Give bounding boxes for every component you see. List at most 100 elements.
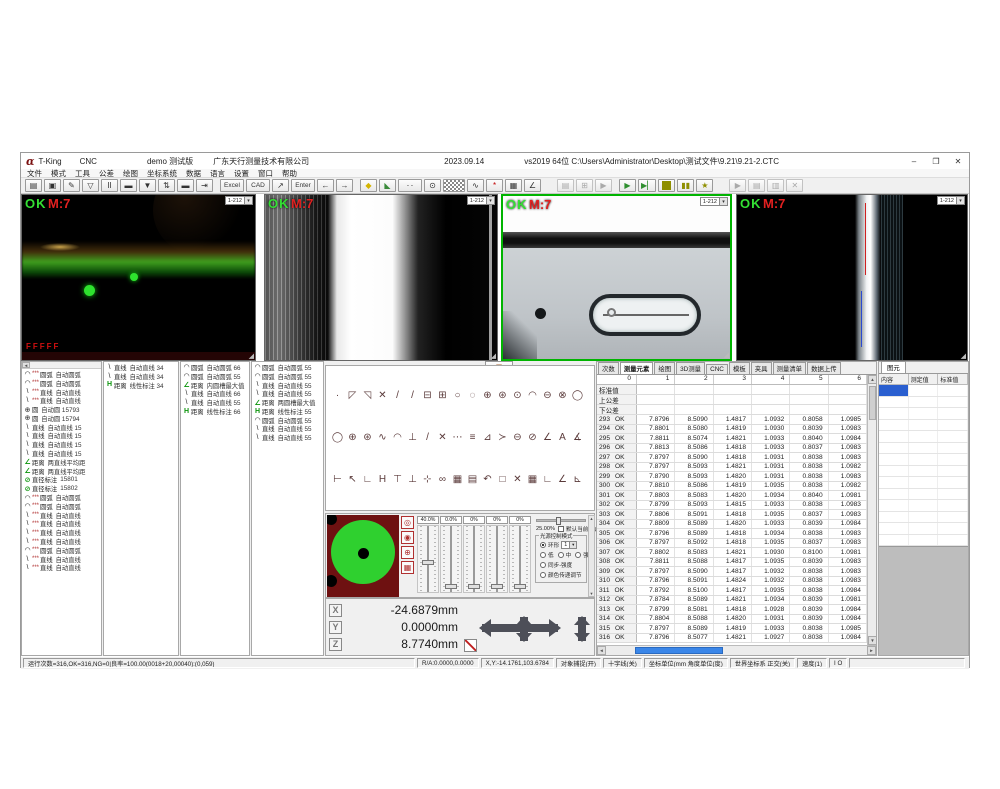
joystick-pad[interactable]	[327, 515, 399, 597]
tool-icon[interactable]: ✕	[510, 474, 525, 485]
sync-intensity-radio[interactable]	[540, 562, 546, 568]
element-row[interactable]	[879, 408, 968, 420]
tool-icon[interactable]: /	[405, 390, 420, 401]
element-row[interactable]	[879, 523, 968, 535]
results-row[interactable]: 306OK7.87978.50921.48181.09350.80371.098…	[597, 539, 867, 549]
report-button[interactable]: ↗	[272, 179, 289, 192]
results-row[interactable]: 314OK7.88048.50881.48201.09310.80391.098…	[597, 615, 867, 625]
grid-button[interactable]: ▦	[505, 179, 522, 192]
feature-row[interactable]: ◠圆弧自动圆弧 55	[253, 372, 323, 381]
results-row[interactable]: 304OK7.88098.50891.48201.09330.80391.098…	[597, 520, 867, 530]
feature-row[interactable]: \***直线自动直线	[23, 511, 101, 520]
tool-icon[interactable]: ◸	[345, 390, 360, 401]
results-row[interactable]: 298OK7.87978.50931.48211.09310.80381.098…	[597, 463, 867, 473]
maximize-button[interactable]: ❐	[925, 153, 947, 169]
feature-row[interactable]: H距离线性标注 34	[105, 381, 178, 390]
tool-icon[interactable]: ○	[450, 390, 465, 401]
tool-icon[interactable]: ∡	[570, 432, 585, 443]
feature-row[interactable]: \直线自动直线 15	[23, 440, 101, 449]
color-transfer-radio[interactable]	[540, 572, 546, 578]
enter-button[interactable]: Enter	[291, 179, 315, 192]
master-light-slider[interactable]	[536, 519, 586, 522]
results-row[interactable]: 303OK7.88068.50911.48181.09350.80371.098…	[597, 510, 867, 520]
results-tab-测量元素[interactable]: 测量元素	[620, 362, 654, 374]
light-slider-thumb[interactable]	[491, 584, 503, 589]
camera-3-selector[interactable]: 1-212 ▾	[700, 197, 728, 206]
light-slider-track[interactable]	[509, 525, 531, 593]
tool-icon[interactable]: ⊞	[435, 390, 450, 401]
pattern-button[interactable]	[443, 179, 465, 192]
tool-icon[interactable]: ✕	[375, 390, 390, 401]
results-row[interactable]: 294OK7.88018.50801.48191.09300.80391.098…	[597, 425, 867, 435]
chart-button[interactable]: ∠	[524, 179, 541, 192]
tool-icon[interactable]: ⊾	[570, 474, 585, 485]
feature-row[interactable]: \***直线自动直线	[23, 520, 101, 529]
results-special-row[interactable]: 标准值	[597, 385, 867, 395]
tool-icon[interactable]: H	[375, 474, 390, 485]
results-tab-测量清单[interactable]: 测量清单	[773, 362, 807, 374]
run-to-end-button[interactable]: ▶▏	[638, 179, 656, 192]
tool-icon[interactable]: ⊖	[510, 432, 525, 443]
element-row[interactable]	[879, 477, 968, 489]
menu-item-9[interactable]: 设置	[234, 168, 249, 179]
feature-row[interactable]: ⊕圆自动圆 15793	[23, 405, 101, 414]
pan-button[interactable]: ⇥	[196, 179, 213, 192]
results-row[interactable]: 311OK7.87928.51001.48171.09350.80381.098…	[597, 586, 867, 596]
resize-grip-icon[interactable]: ◢	[249, 352, 254, 360]
tool-icon[interactable]: ↖	[345, 474, 360, 485]
feature-row[interactable]: \***直线自动直线	[23, 537, 101, 546]
ring-light-button-2[interactable]: ◉	[401, 531, 414, 544]
element-panel-tab[interactable]: 图元	[881, 361, 906, 373]
pause-button[interactable]: ▮▮	[677, 179, 694, 192]
tool-icon[interactable]: A	[555, 432, 570, 443]
menu-item-7[interactable]: 数据	[186, 168, 201, 179]
scroll-down-icon[interactable]: ▼	[590, 591, 594, 596]
light-slider-thumb[interactable]	[514, 584, 526, 589]
tool-icon[interactable]: ∠	[555, 474, 570, 485]
light-slider-track[interactable]	[440, 525, 462, 593]
tool-icon[interactable]: ◯	[570, 390, 585, 401]
scrollbar-thumb[interactable]	[869, 386, 876, 420]
tool-icon[interactable]: ⊢	[330, 474, 345, 485]
excel-export-button[interactable]: Excel	[220, 179, 244, 192]
light-slider-thumb[interactable]	[445, 584, 457, 589]
element-row[interactable]	[879, 454, 968, 466]
feature-row[interactable]: ◠圆弧自动圆弧 55	[182, 372, 249, 381]
feature-row[interactable]: \直线自动直线 66	[182, 389, 249, 398]
results-vertical-scrollbar[interactable]: ▲ ▼	[867, 375, 876, 645]
run-button[interactable]: ▶	[619, 179, 636, 192]
resize-grip-icon[interactable]: ◢	[724, 351, 729, 359]
results-tab-CNC[interactable]: CNC	[706, 364, 728, 374]
tool-icon[interactable]: ▦	[450, 474, 465, 485]
results-tab-次数[interactable]: 次数	[598, 362, 619, 374]
feature-row[interactable]: \***直线自动直线	[23, 564, 101, 573]
tool-icon[interactable]: ⊖	[540, 390, 555, 401]
arrow-right-button[interactable]: →	[336, 179, 353, 192]
tool-icon[interactable]: ⊤	[390, 474, 405, 485]
tool-icon[interactable]: ⊟	[420, 390, 435, 401]
results-tab-绘图[interactable]: 绘图	[654, 362, 675, 374]
results-row[interactable]: 301OK7.88038.50831.48201.09340.80401.098…	[597, 491, 867, 501]
feature-panel-1-scrollbar[interactable]: ◄	[22, 362, 101, 369]
results-special-row[interactable]: 下公差	[597, 405, 867, 415]
tool-icon[interactable]: ◯	[330, 432, 345, 443]
feature-row[interactable]: ∠距离两圆槽最大值	[253, 398, 323, 407]
tool-icon[interactable]: □	[495, 474, 510, 485]
results-tab-数据上传[interactable]: 数据上传	[807, 362, 841, 374]
scroll-left-icon[interactable]: ◄	[597, 646, 606, 655]
block2-button[interactable]: ▬	[177, 179, 194, 192]
menu-item-10[interactable]: 窗口	[258, 168, 273, 179]
menu-item-4[interactable]: 公差	[99, 168, 114, 179]
results-row[interactable]: 312OK7.87848.50891.48211.09340.80391.098…	[597, 596, 867, 606]
feature-row[interactable]: ◠***圆弧自动圆弧	[23, 493, 101, 502]
feature-row[interactable]: ◠圆弧自动圆弧 55	[253, 363, 323, 372]
scroll-right-icon[interactable]: ►	[867, 646, 876, 655]
zoom-button[interactable]: ⊙	[424, 179, 441, 192]
menu-item-11[interactable]: 帮助	[282, 168, 297, 179]
feature-row[interactable]: ⊘直径标注15801	[23, 476, 101, 485]
results-row[interactable]: 295OK7.88118.50741.48211.09330.80401.098…	[597, 434, 867, 444]
feature-row[interactable]: \***直线自动直线	[23, 396, 101, 405]
curve-button[interactable]: ∿	[467, 179, 484, 192]
block-button[interactable]: ▬	[120, 179, 137, 192]
ring-radio[interactable]	[540, 542, 546, 548]
